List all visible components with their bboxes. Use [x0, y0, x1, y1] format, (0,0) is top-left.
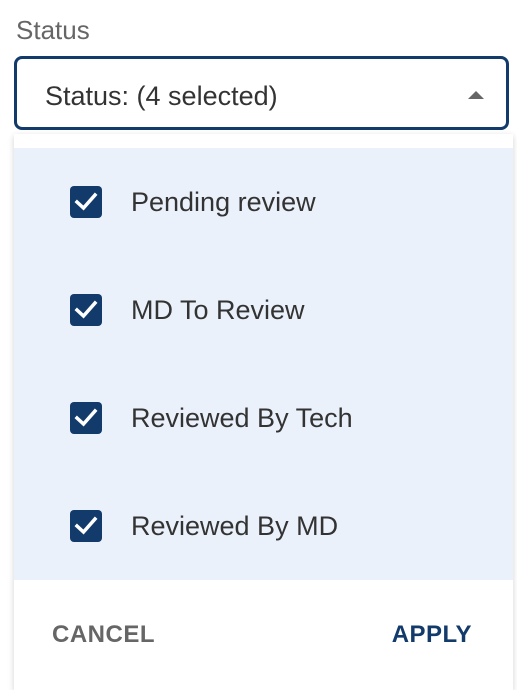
- apply-button[interactable]: APPLY: [392, 580, 472, 690]
- option-label: MD To Review: [131, 295, 305, 325]
- option-md-to-review[interactable]: MD To Review: [14, 256, 513, 364]
- option-label: Reviewed By MD: [131, 511, 339, 541]
- dropdown-footer: CANCEL APPLY: [14, 580, 513, 690]
- status-field-label: Status: [14, 12, 96, 48]
- checkbox-checked-icon[interactable]: [70, 510, 102, 542]
- cancel-button[interactable]: CANCEL: [52, 580, 155, 690]
- checkbox-checked-icon[interactable]: [70, 294, 102, 326]
- option-label: Pending review: [131, 187, 316, 217]
- caret-up-icon: [468, 91, 484, 99]
- status-select-value: Status: (4 selected): [45, 81, 278, 111]
- option-pending-review[interactable]: Pending review: [14, 148, 513, 256]
- checkbox-checked-icon[interactable]: [70, 186, 102, 218]
- option-reviewed-by-tech[interactable]: Reviewed By Tech: [14, 364, 513, 472]
- option-reviewed-by-md[interactable]: Reviewed By MD: [14, 472, 513, 580]
- checkbox-checked-icon[interactable]: [70, 402, 102, 434]
- status-options-list: Pending review MD To Review Reviewed By …: [14, 148, 513, 580]
- status-filter: Status Status: (4 selected) Pending revi…: [0, 0, 517, 690]
- option-label: Reviewed By Tech: [131, 403, 353, 433]
- status-select[interactable]: Status: (4 selected): [14, 56, 509, 130]
- status-dropdown-menu: Pending review MD To Review Reviewed By …: [14, 134, 513, 690]
